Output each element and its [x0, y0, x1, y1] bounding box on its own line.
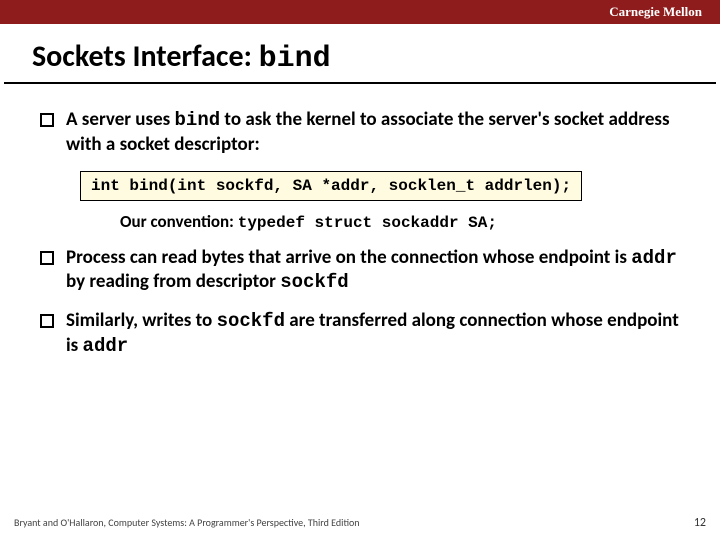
bullet-icon: [40, 251, 54, 265]
header-bar: Carnegie Mellon: [0, 0, 720, 24]
bullet-text: Similarly, writes to sockfd are transfer…: [66, 309, 680, 359]
org-name: Carnegie Mellon: [609, 4, 702, 19]
footer-credit: Bryant and O'Hallaron, Computer Systems:…: [14, 516, 360, 530]
bullet-icon: [40, 113, 54, 127]
convention-label: Our convention:: [120, 211, 238, 232]
page-number: 12: [694, 516, 706, 530]
bullet-text: Process can read bytes that arrive on th…: [66, 246, 680, 296]
slide-footer: Bryant and O'Hallaron, Computer Systems:…: [14, 516, 706, 530]
bullet-text: A server uses bind to ask the kernel to …: [66, 108, 680, 157]
slide-content: A server uses bind to ask the kernel to …: [0, 84, 720, 359]
title-code: bind: [259, 42, 331, 76]
convention-code: typedef struct sockaddr SA;: [238, 214, 497, 232]
bullet-item: A server uses bind to ask the kernel to …: [40, 108, 680, 157]
bullet-icon: [40, 314, 54, 328]
slide-title: Sockets Interface: bind: [4, 24, 716, 84]
bullet-item: Similarly, writes to sockfd are transfer…: [40, 309, 680, 359]
title-text: Sockets Interface:: [32, 38, 259, 75]
code-box: int bind(int sockfd, SA *addr, socklen_t…: [80, 171, 582, 201]
convention-line: Our convention: typedef struct sockaddr …: [120, 211, 680, 232]
bullet-item: Process can read bytes that arrive on th…: [40, 246, 680, 296]
